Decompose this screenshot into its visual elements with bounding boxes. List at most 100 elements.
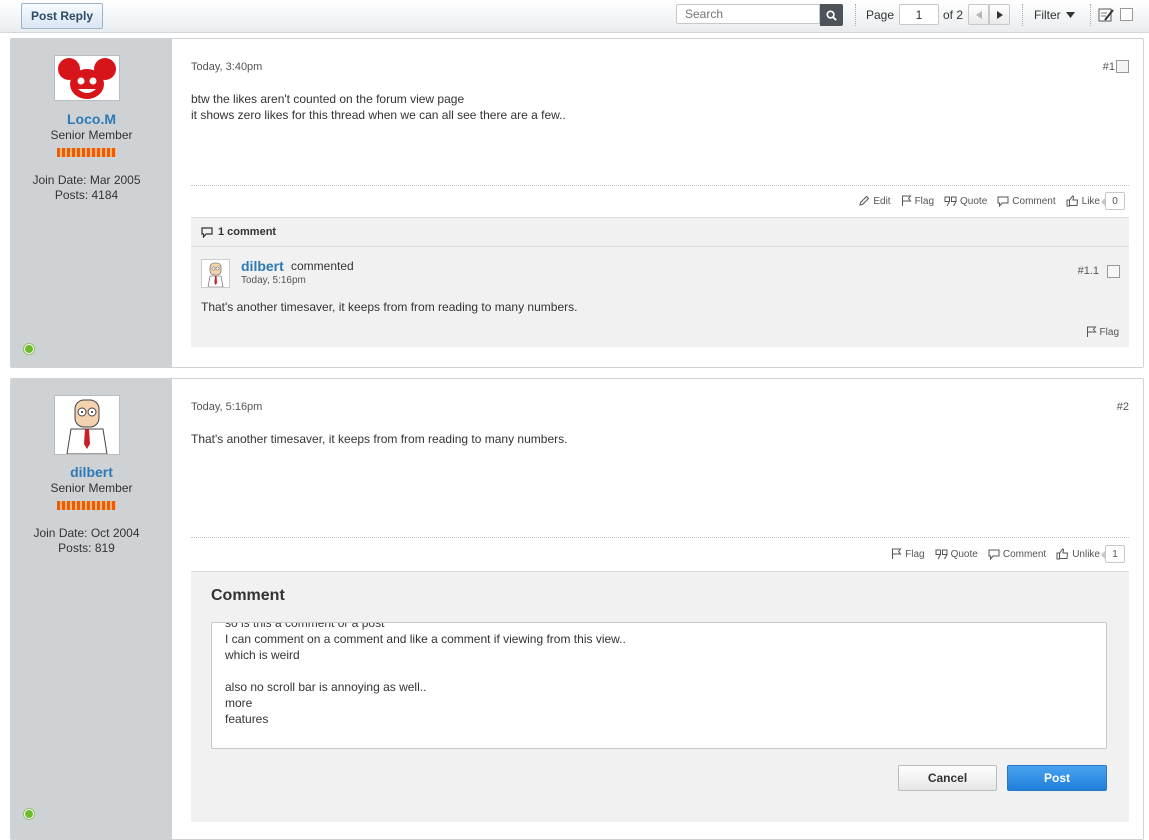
comments-header[interactable]: 1 comment <box>191 218 1129 247</box>
post: Loco.M Senior Member Join Date: Mar 2005… <box>10 38 1144 368</box>
comment-number-link[interactable]: #1.1 <box>1078 265 1099 277</box>
quote-button[interactable]: Quote <box>944 196 987 207</box>
toolbar-divider <box>1022 4 1024 26</box>
flag-icon <box>892 548 902 559</box>
post-reply-button[interactable]: Post Reply <box>21 3 103 29</box>
join-date: Join Date: Mar 2005 <box>32 173 141 187</box>
search-input[interactable] <box>676 4 820 24</box>
online-status-icon <box>24 809 34 819</box>
post-number-link[interactable]: #2 <box>1117 401 1129 413</box>
like-label: Like <box>1081 195 1100 207</box>
comment-label: Comment <box>1012 195 1056 207</box>
quote-label: Quote <box>950 548 978 560</box>
speech-bubble-icon <box>201 226 213 238</box>
user-title: Senior Member <box>50 481 133 495</box>
comment-flag-label: Flag <box>1099 326 1119 338</box>
post-text: That's another timesaver, it keeps from … <box>191 432 568 446</box>
unlike-label: Unlike <box>1072 548 1100 560</box>
post-select-checkbox[interactable] <box>1116 60 1129 73</box>
comment-button[interactable]: Comment <box>988 549 1046 560</box>
reputation-bar <box>57 148 116 157</box>
flag-icon <box>901 195 912 206</box>
quote-icon <box>944 196 957 206</box>
post-number-link[interactable]: #1 <box>1103 61 1115 73</box>
comment-button[interactable]: Comment <box>997 195 1056 207</box>
reputation-bar <box>57 501 116 510</box>
comment-verb: commented <box>291 259 354 273</box>
deadmau5-avatar-icon <box>55 56 119 100</box>
comment-flag-button[interactable]: Flag <box>1086 326 1119 338</box>
comment-textarea-content: so is this a comment or a post I can com… <box>225 622 626 726</box>
username[interactable]: Loco.M <box>11 111 172 127</box>
post-actions: Edit Flag Quote Comment Like 0 <box>848 192 1125 210</box>
online-status-icon <box>24 344 34 354</box>
comment-textarea[interactable]: so is this a comment or a post I can com… <box>211 622 1107 749</box>
flag-button[interactable]: Flag <box>891 548 925 560</box>
panel-pointer <box>172 74 180 88</box>
flag-button[interactable]: Flag <box>901 195 934 207</box>
speech-bubble-icon <box>988 549 1000 560</box>
comment-select-checkbox[interactable] <box>1107 265 1120 278</box>
page-label: Page <box>866 8 895 22</box>
quote-label: Quote <box>960 195 988 207</box>
post-button[interactable]: Post <box>1007 765 1107 791</box>
edit-label: Edit <box>873 195 891 207</box>
comment-avatar[interactable] <box>201 259 230 288</box>
post-timestamp: Today, 5:16pm <box>191 401 263 413</box>
user-title: Senior Member <box>50 128 133 142</box>
post-content: Today, 5:16pm #2 That's another timesave… <box>191 379 1129 839</box>
previous-page-button[interactable] <box>968 4 989 25</box>
username[interactable]: dilbert <box>11 464 172 480</box>
thumbs-up-icon <box>1066 195 1078 207</box>
like-button[interactable]: Like <box>1066 195 1100 207</box>
comment-label: Comment <box>1002 548 1047 560</box>
cancel-button[interactable]: Cancel <box>898 765 997 791</box>
edit-button[interactable]: Edit <box>858 195 891 207</box>
comment-text: That's another timesaver, it keeps from … <box>201 300 578 314</box>
divider <box>191 537 1129 538</box>
join-date: Join Date: Oct 2004 <box>33 526 140 540</box>
post-timestamp: Today, 3:40pm <box>191 61 263 73</box>
triangle-right-icon <box>996 10 1003 19</box>
next-page-button[interactable] <box>989 4 1010 25</box>
toolbar-divider <box>1090 4 1092 26</box>
flag-icon <box>1086 326 1097 337</box>
post: dilbert Senior Member Join Date: Oct 200… <box>10 378 1144 840</box>
moderation-tools-icon[interactable] <box>1098 7 1114 23</box>
toolbar: Post Reply Page of 2 Filter <box>0 0 1149 33</box>
quote-button[interactable]: Quote <box>935 549 978 560</box>
comments-count: 1 comment <box>218 226 277 238</box>
post-actions: Flag Quote Comment Unlike 1 <box>881 545 1125 563</box>
post-text: btw the likes aren't counted on the foru… <box>191 92 566 122</box>
comment-editor: Comment so is this a comment or a post I… <box>191 571 1129 822</box>
avatar[interactable] <box>54 55 120 101</box>
post-count: Posts: 819 <box>58 541 115 555</box>
triangle-left-icon <box>975 10 982 19</box>
dilbert-avatar-icon <box>202 260 229 287</box>
page-number-input[interactable] <box>899 4 939 25</box>
filter-label: Filter <box>1034 8 1061 22</box>
search-icon <box>826 9 837 21</box>
flag-label: Flag <box>905 548 925 560</box>
filter-dropdown[interactable]: Filter <box>1034 8 1075 22</box>
like-count-badge: 0 <box>1101 192 1125 210</box>
user-info-panel: dilbert Senior Member Join Date: Oct 200… <box>11 379 180 839</box>
speech-bubble-icon <box>997 196 1009 207</box>
search-button[interactable] <box>820 4 843 26</box>
thumbs-up-icon <box>1056 548 1069 560</box>
unlike-button[interactable]: Unlike <box>1056 548 1100 560</box>
dilbert-avatar-icon <box>55 396 119 454</box>
avatar[interactable] <box>54 395 120 455</box>
select-all-checkbox[interactable] <box>1120 8 1133 21</box>
pencil-icon <box>859 195 870 206</box>
comment-editor-title: Comment <box>211 587 285 604</box>
page-total: of 2 <box>943 8 964 22</box>
post-content: Today, 3:40pm #1 btw the likes aren't co… <box>191 39 1129 367</box>
comment-timestamp: Today, 5:16pm <box>241 275 306 286</box>
comments-section: 1 comment dilbert commented Today, 5:16p… <box>191 217 1129 347</box>
flag-label: Flag <box>914 195 935 207</box>
comment-username[interactable]: dilbert <box>241 258 284 274</box>
like-count-badge: 1 <box>1101 545 1125 563</box>
user-info-panel: Loco.M Senior Member Join Date: Mar 2005… <box>11 39 180 367</box>
post-count: Posts: 4184 <box>54 188 119 202</box>
